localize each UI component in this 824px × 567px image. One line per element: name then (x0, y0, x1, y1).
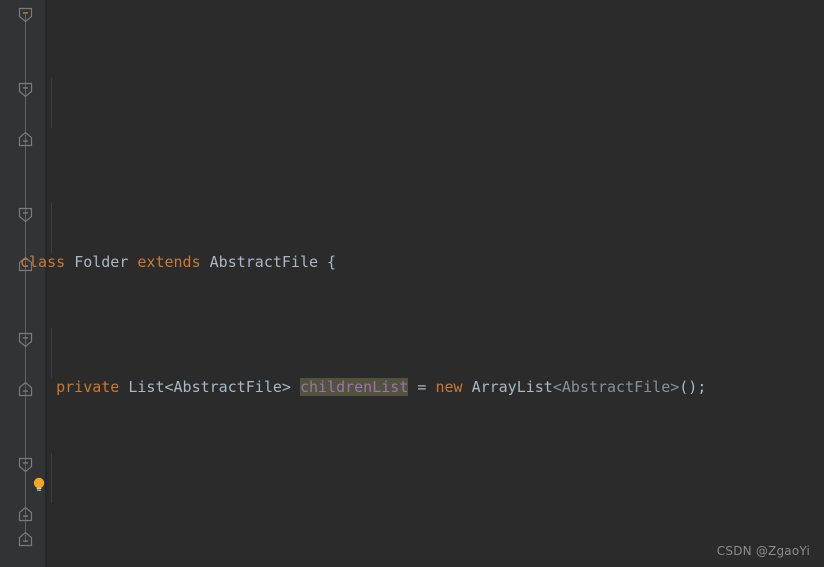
indent-guide (51, 328, 52, 378)
token-class-name: Folder (74, 253, 129, 271)
indent-guide (51, 78, 52, 128)
indent-guide (51, 453, 52, 503)
token-type: ArrayList (471, 378, 553, 396)
code-line[interactable] (0, 500, 824, 525)
token-type: AbstractFile (209, 253, 319, 271)
token-keyword: private (56, 378, 120, 396)
token-type: AbstractFile (173, 378, 282, 396)
code-line[interactable]: private List<AbstractFile> childrenList … (0, 375, 824, 400)
watermark: CSDN @ZgaoYi (716, 544, 810, 558)
token-keyword: new (435, 378, 463, 396)
token-generic-param: <AbstractFile> (552, 378, 680, 396)
code-editor: class Folder extends AbstractFile { priv… (0, 0, 824, 567)
token-type: List (128, 378, 165, 396)
token-field-highlighted[interactable]: childrenList (299, 378, 409, 396)
indent-guide (51, 203, 52, 253)
token-keyword: class (20, 253, 66, 271)
code-content[interactable]: class Folder extends AbstractFile { priv… (0, 0, 824, 567)
code-line[interactable]: class Folder extends AbstractFile { (0, 250, 824, 275)
token-keyword: extends (137, 253, 201, 271)
